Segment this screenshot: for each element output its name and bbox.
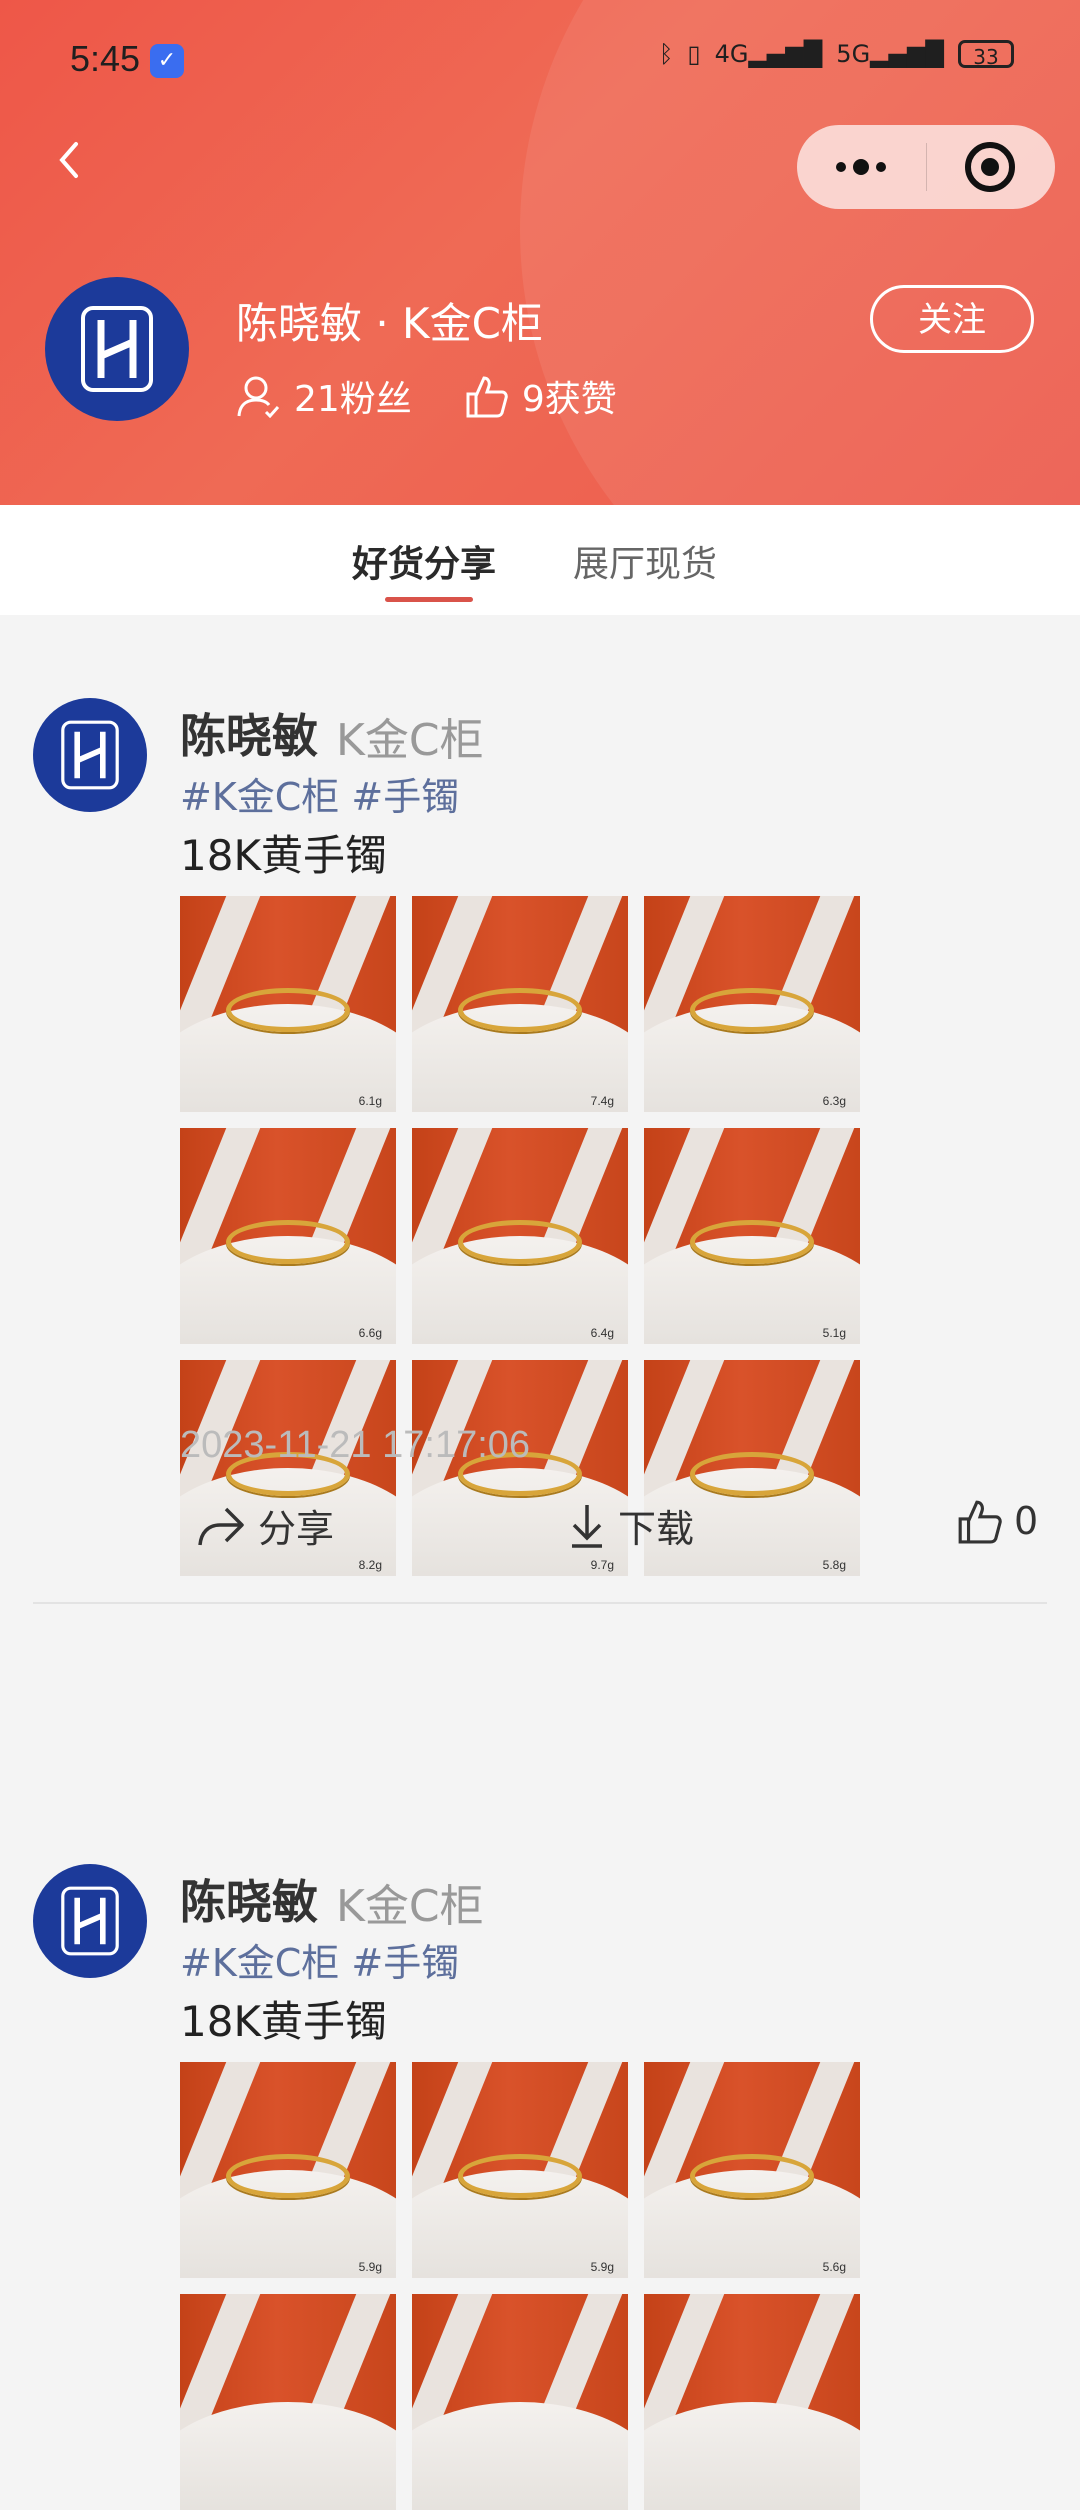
miniapp-capsule xyxy=(797,125,1055,209)
product-image[interactable] xyxy=(412,2294,628,2510)
fans-stat[interactable]: 21粉丝 xyxy=(236,370,412,422)
author-avatar[interactable] xyxy=(33,1864,147,1978)
bluetooth-icon: ᛒ xyxy=(658,40,674,68)
user-icon xyxy=(237,376,280,418)
bangle-image xyxy=(690,988,814,1032)
product-image[interactable]: 5.1g xyxy=(644,1128,860,1344)
image-grid: 6.1g 7.4g 6.3g 6.6g 6.4g 5.1g 8.2g 9.7g … xyxy=(180,896,860,1576)
image-weight-label: 7.4g xyxy=(590,1094,614,1108)
download-label: 下载 xyxy=(618,1507,695,1551)
image-weight-label: 5.1g xyxy=(822,1326,846,1340)
like-count: 0 xyxy=(1014,1499,1039,1543)
more-button[interactable] xyxy=(797,125,926,209)
post-card: 陈晓敏 K金C柜 #K金C柜 #手镯 18K黄手镯 5.9g 5.9g 5.6g xyxy=(0,1864,1080,2510)
product-image[interactable]: 5.9g xyxy=(412,2062,628,2278)
image-weight-label: 5.9g xyxy=(358,2260,382,2274)
author-name[interactable]: 陈晓敏 xyxy=(180,1866,318,1932)
chevron-left-icon xyxy=(59,142,78,178)
post-divider xyxy=(33,1602,1047,1604)
product-image[interactable]: 6.1g xyxy=(180,896,396,1112)
status-icons: ᛒ ▯ 4G▂▄▆█ 5G▂▄▆█ 33 xyxy=(658,40,1014,69)
shop-avatar[interactable] xyxy=(45,277,189,421)
close-miniapp-button[interactable] xyxy=(926,125,1055,209)
tab-bar: 好货分享 展厅现货 xyxy=(0,505,1080,615)
status-time: 5:45 xyxy=(70,38,141,79)
bangle-image xyxy=(226,1220,350,1264)
image-weight-label: 5.9g xyxy=(590,2260,614,2274)
post-card: 陈晓敏 K金C柜 #K金C柜 #手镯 18K黄手镯 6.1g 7.4g 6.3g… xyxy=(0,698,1080,1608)
tab-active-indicator xyxy=(385,597,473,602)
share-label: 分享 xyxy=(258,1507,335,1551)
product-image[interactable]: 6.4g xyxy=(412,1128,628,1344)
image-weight-label: 6.1g xyxy=(358,1094,382,1108)
bangle-image xyxy=(690,2154,814,2198)
download-button[interactable]: 下载 xyxy=(568,1498,694,1553)
author-counter: K金C柜 xyxy=(336,1881,484,1932)
battery-icon: 33 xyxy=(958,40,1014,69)
post-title: 18K黄手镯 xyxy=(180,831,387,880)
bangle-image xyxy=(458,2154,582,2198)
status-bar: 5:45 ✓ ᛒ ▯ 4G▂▄▆█ 5G▂▄▆█ 33 xyxy=(0,0,1080,120)
thumbs-up-icon xyxy=(466,376,508,418)
product-image[interactable] xyxy=(644,2294,860,2510)
target-close-icon xyxy=(965,142,1015,192)
image-grid: 5.9g 5.9g 5.6g xyxy=(180,2062,860,2510)
product-image[interactable]: 5.9g xyxy=(180,2062,396,2278)
vpn-shield-icon: ✓ xyxy=(150,44,184,78)
image-weight-label: 5.6g xyxy=(822,2260,846,2274)
author-counter: K金C柜 xyxy=(336,715,484,766)
bangle-image xyxy=(458,988,582,1032)
post-title: 18K黄手镯 xyxy=(180,1997,387,2046)
signal-5g-icon: 5G▂▄▆█ xyxy=(836,40,944,68)
post-date: 2023-11-21 17:17:06 xyxy=(180,1424,531,1466)
bangle-image xyxy=(690,1220,814,1264)
likes-stat[interactable]: 9获赞 xyxy=(464,370,617,422)
image-weight-label: 6.6g xyxy=(358,1326,382,1340)
bangle-image xyxy=(690,1452,814,1496)
author-name[interactable]: 陈晓敏 xyxy=(180,700,318,766)
fans-count: 21粉丝 xyxy=(294,379,412,420)
product-image[interactable]: 6.3g xyxy=(644,896,860,1112)
tab-goods-share[interactable]: 好货分享 xyxy=(352,535,496,587)
post-tags[interactable]: #K金C柜 #手镯 xyxy=(180,1932,459,1987)
post-actions: 分享 下载 0 xyxy=(0,1498,1080,1568)
bangle-image xyxy=(458,1220,582,1264)
author-avatar[interactable] xyxy=(33,698,147,812)
back-button[interactable] xyxy=(50,140,90,180)
image-weight-label: 6.3g xyxy=(822,1094,846,1108)
signal-4g-icon: 4G▂▄▆█ xyxy=(714,40,823,68)
download-icon xyxy=(572,1504,602,1548)
bangle-image xyxy=(226,988,350,1032)
product-image[interactable]: 5.6g xyxy=(644,2062,860,2278)
shop-name: 陈晓敏 · K金C柜 xyxy=(236,299,543,348)
brand-logo-icon xyxy=(61,720,119,790)
product-image[interactable]: 7.4g xyxy=(412,896,628,1112)
share-icon xyxy=(198,1507,244,1545)
follow-button[interactable]: 关注 xyxy=(870,285,1034,353)
share-button[interactable]: 分享 xyxy=(196,1498,334,1553)
brand-logo-icon xyxy=(81,306,153,392)
like-button[interactable]: 0 xyxy=(956,1498,1038,1544)
likes-count: 9获赞 xyxy=(521,379,617,420)
more-dots-icon xyxy=(836,159,886,175)
tab-showroom-stock[interactable]: 展厅现货 xyxy=(573,535,717,587)
profile-header: 5:45 ✓ ᛒ ▯ 4G▂▄▆█ 5G▂▄▆█ 33 陈晓敏 · K金C柜 2… xyxy=(0,0,1080,505)
profile-stats: 21粉丝 9获赞 xyxy=(236,370,617,422)
post-tags[interactable]: #K金C柜 #手镯 xyxy=(180,766,459,821)
brand-logo-icon xyxy=(61,1886,119,1956)
product-image[interactable] xyxy=(180,2294,396,2510)
vibrate-icon: ▯ xyxy=(687,40,701,68)
product-image[interactable]: 6.6g xyxy=(180,1128,396,1344)
thumbs-up-icon xyxy=(958,1500,1002,1544)
image-weight-label: 6.4g xyxy=(590,1326,614,1340)
bangle-image xyxy=(226,2154,350,2198)
